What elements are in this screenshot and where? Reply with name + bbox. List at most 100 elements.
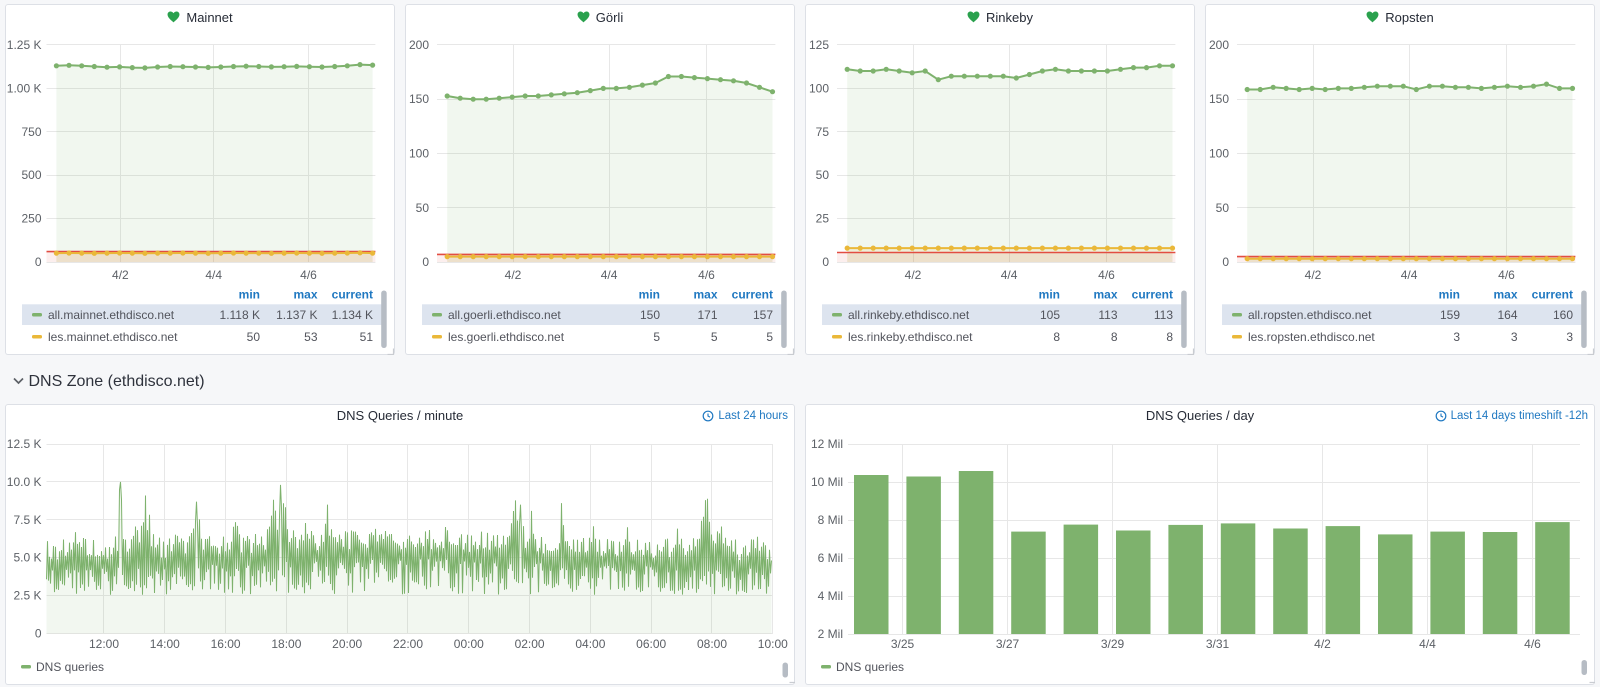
svg-text:max: max <box>693 288 717 302</box>
svg-text:max: max <box>1493 288 1517 302</box>
svg-text:all.rinkeby.ethdisco.net: all.rinkeby.ethdisco.net <box>848 308 970 322</box>
svg-text:125: 125 <box>809 38 829 52</box>
svg-text:150: 150 <box>409 92 429 106</box>
svg-text:113: 113 <box>1154 308 1173 322</box>
svg-text:4/4: 4/4 <box>1419 637 1436 651</box>
svg-text:max: max <box>293 288 317 302</box>
svg-text:min: min <box>1039 288 1060 302</box>
svg-text:51: 51 <box>360 330 374 344</box>
svg-text:150: 150 <box>640 308 660 322</box>
svg-text:164: 164 <box>1497 308 1517 322</box>
svg-text:3/31: 3/31 <box>1206 637 1230 651</box>
svg-text:159: 159 <box>1440 308 1460 322</box>
svg-text:113: 113 <box>1098 308 1117 322</box>
svg-text:25: 25 <box>816 212 830 226</box>
svg-text:current: current <box>332 288 373 302</box>
svg-text:105: 105 <box>1040 308 1060 322</box>
svg-text:1.00 K: 1.00 K <box>7 81 42 95</box>
svg-text:8: 8 <box>1053 330 1060 344</box>
svg-text:4/2: 4/2 <box>1314 637 1331 651</box>
svg-text:4/2: 4/2 <box>1305 268 1322 282</box>
svg-text:06:00: 06:00 <box>636 637 666 651</box>
svg-text:3/25: 3/25 <box>891 637 915 651</box>
svg-text:5: 5 <box>711 330 718 344</box>
svg-text:8: 8 <box>1111 330 1118 344</box>
svg-text:0: 0 <box>35 255 42 269</box>
svg-text:DNS queries: DNS queries <box>36 660 104 674</box>
svg-text:2 Mil: 2 Mil <box>818 627 843 641</box>
svg-text:200: 200 <box>1209 38 1229 52</box>
svg-text:50: 50 <box>816 168 830 182</box>
svg-text:6 Mil: 6 Mil <box>818 551 843 565</box>
svg-text:50: 50 <box>247 330 261 344</box>
svg-text:12.5 K: 12.5 K <box>7 437 42 451</box>
svg-text:500: 500 <box>21 168 41 182</box>
svg-text:0: 0 <box>35 627 42 641</box>
svg-text:1.134 K: 1.134 K <box>332 308 373 322</box>
svg-text:10.0 K: 10.0 K <box>7 475 42 489</box>
svg-text:250: 250 <box>21 212 41 226</box>
svg-text:4/6: 4/6 <box>1098 268 1115 282</box>
svg-text:all.ropsten.ethdisco.net: all.ropsten.ethdisco.net <box>1248 308 1372 322</box>
svg-text:4/2: 4/2 <box>905 268 922 282</box>
svg-text:200: 200 <box>409 38 429 52</box>
svg-text:18:00: 18:00 <box>271 637 301 651</box>
svg-text:150: 150 <box>1209 92 1229 106</box>
svg-text:04:00: 04:00 <box>575 637 605 651</box>
svg-text:100: 100 <box>809 81 829 95</box>
svg-text:min: min <box>639 288 660 302</box>
svg-text:les.goerli.ethdisco.net: les.goerli.ethdisco.net <box>448 330 565 344</box>
svg-text:16:00: 16:00 <box>211 637 241 651</box>
svg-text:4/2: 4/2 <box>112 268 129 282</box>
svg-text:10:00: 10:00 <box>758 637 788 651</box>
svg-text:50: 50 <box>416 201 430 215</box>
svg-text:8 Mil: 8 Mil <box>818 513 843 527</box>
svg-text:1.137 K: 1.137 K <box>276 308 317 322</box>
svg-text:8: 8 <box>1166 330 1173 344</box>
svg-text:100: 100 <box>1209 147 1229 161</box>
svg-text:4/4: 4/4 <box>205 268 222 282</box>
svg-text:50: 50 <box>1216 201 1230 215</box>
svg-text:750: 750 <box>21 125 41 139</box>
svg-text:22:00: 22:00 <box>393 637 423 651</box>
svg-text:5.0 K: 5.0 K <box>13 551 41 565</box>
svg-text:4/4: 4/4 <box>1001 268 1018 282</box>
svg-text:3: 3 <box>1511 330 1518 344</box>
svg-text:3: 3 <box>1453 330 1460 344</box>
svg-text:12 Mil: 12 Mil <box>811 437 843 451</box>
svg-text:10 Mil: 10 Mil <box>811 475 843 489</box>
svg-text:max: max <box>1093 288 1117 302</box>
svg-text:5: 5 <box>766 330 773 344</box>
svg-text:08:00: 08:00 <box>697 637 727 651</box>
svg-text:current: current <box>1132 288 1173 302</box>
svg-text:3/29: 3/29 <box>1101 637 1125 651</box>
svg-text:3: 3 <box>1566 330 1573 344</box>
svg-text:min: min <box>239 288 260 302</box>
svg-text:les.rinkeby.ethdisco.net: les.rinkeby.ethdisco.net <box>848 330 973 344</box>
svg-text:DNS queries: DNS queries <box>836 660 904 674</box>
svg-text:DNS Zone (ethdisco.net): DNS Zone (ethdisco.net) <box>29 373 205 390</box>
svg-text:current: current <box>1532 288 1573 302</box>
svg-text:00:00: 00:00 <box>454 637 484 651</box>
svg-text:1.25 K: 1.25 K <box>7 38 42 52</box>
svg-text:1.118 K: 1.118 K <box>220 308 260 322</box>
svg-text:all.mainnet.ethdisco.net: all.mainnet.ethdisco.net <box>48 308 175 322</box>
svg-text:les.mainnet.ethdisco.net: les.mainnet.ethdisco.net <box>48 330 178 344</box>
svg-text:4/6: 4/6 <box>698 268 715 282</box>
svg-text:100: 100 <box>409 147 429 161</box>
svg-text:0: 0 <box>822 255 829 269</box>
svg-text:171: 171 <box>697 308 717 322</box>
svg-text:14:00: 14:00 <box>150 637 180 651</box>
svg-text:4/4: 4/4 <box>601 268 618 282</box>
svg-text:current: current <box>732 288 773 302</box>
svg-text:75: 75 <box>816 125 830 139</box>
svg-text:2.5 K: 2.5 K <box>13 589 41 603</box>
svg-text:4 Mil: 4 Mil <box>818 589 843 603</box>
svg-text:0: 0 <box>422 255 429 269</box>
svg-text:53: 53 <box>304 330 318 344</box>
svg-text:4/6: 4/6 <box>1524 637 1541 651</box>
svg-text:0: 0 <box>1222 255 1229 269</box>
svg-text:4/2: 4/2 <box>505 268 522 282</box>
svg-text:02:00: 02:00 <box>515 637 545 651</box>
svg-text:all.goerli.ethdisco.net: all.goerli.ethdisco.net <box>448 308 561 322</box>
